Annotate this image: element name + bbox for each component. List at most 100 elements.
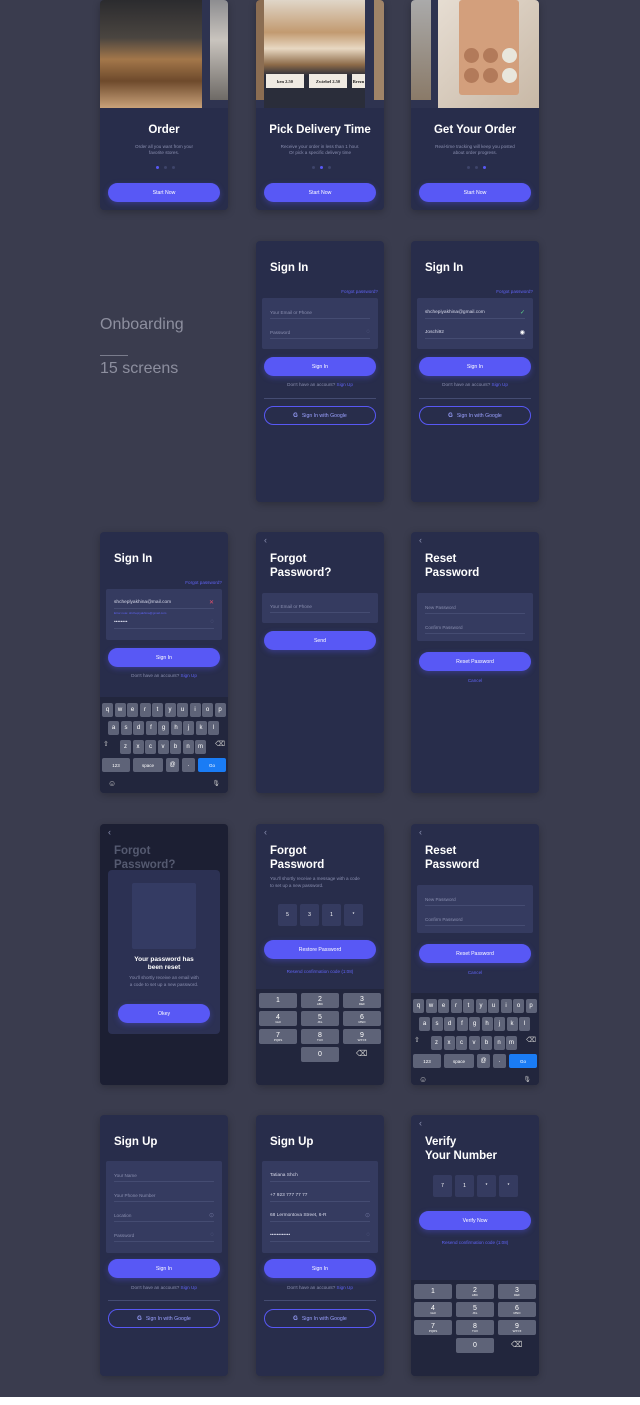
- key-dot[interactable]: .: [493, 1054, 506, 1068]
- input-field[interactable]: shchepiyakhina@gmail.com: [425, 310, 485, 315]
- key-w[interactable]: w: [425, 999, 437, 1013]
- input-field[interactable]: New Password: [425, 605, 456, 610]
- key-h[interactable]: h: [481, 1017, 493, 1031]
- cancel-link[interactable]: Cancel: [411, 970, 539, 975]
- back-chevron-icon[interactable]: ‹: [264, 827, 267, 837]
- key-at[interactable]: @: [477, 1054, 490, 1068]
- numpad-key-7[interactable]: 7 PQRS: [414, 1320, 452, 1335]
- input-field[interactable]: Your Phone Number: [114, 1193, 155, 1198]
- send-button[interactable]: Send: [264, 631, 376, 650]
- key-j[interactable]: j: [494, 1017, 505, 1031]
- page-dot[interactable]: [312, 166, 315, 169]
- verify-now-button[interactable]: Verify Now: [419, 1211, 531, 1230]
- key-z[interactable]: z: [431, 1036, 442, 1050]
- key-u[interactable]: u: [488, 999, 499, 1013]
- numpad-key-3[interactable]: 3 DEF: [343, 993, 381, 1008]
- code-digit-box[interactable]: *: [499, 1175, 518, 1197]
- key-e[interactable]: e: [438, 999, 449, 1013]
- numpad-key-5[interactable]: 5 JKL: [456, 1302, 494, 1317]
- key-s[interactable]: s: [120, 721, 132, 735]
- numpad-key-4[interactable]: 4 GHI: [414, 1302, 452, 1317]
- sign-in-button[interactable]: Sign In: [264, 1259, 376, 1278]
- sign-in-button[interactable]: Sign In: [108, 1259, 220, 1278]
- numpad-key-9[interactable]: 9 WXYZ: [343, 1029, 381, 1044]
- key-i[interactable]: i: [189, 703, 201, 717]
- key-c[interactable]: c: [145, 740, 156, 754]
- key-r[interactable]: r: [450, 999, 462, 1013]
- key-k[interactable]: k: [506, 1017, 518, 1031]
- forgot-password-link[interactable]: Forgot password?: [341, 289, 378, 294]
- key-b[interactable]: b: [481, 1036, 492, 1050]
- restore-password-button[interactable]: Restore Password: [264, 940, 376, 959]
- key-123[interactable]: 123: [413, 1054, 441, 1068]
- start-now-button[interactable]: Start Now: [108, 183, 220, 202]
- key-u[interactable]: u: [177, 703, 188, 717]
- key-f[interactable]: f: [456, 1017, 468, 1031]
- page-dot[interactable]: [156, 166, 159, 169]
- signup-link[interactable]: Sign Up: [181, 1285, 197, 1290]
- key-k[interactable]: k: [195, 721, 207, 735]
- page-dot[interactable]: [328, 166, 331, 169]
- key-p[interactable]: p: [214, 703, 226, 717]
- page-dot[interactable]: [164, 166, 167, 169]
- key-n[interactable]: n: [182, 740, 194, 754]
- key-a[interactable]: a: [108, 721, 119, 735]
- code-digit-box[interactable]: *: [344, 904, 363, 926]
- key-go[interactable]: Go: [509, 1054, 537, 1068]
- code-digit-box[interactable]: 5: [278, 904, 297, 926]
- forgot-password-link[interactable]: Forgot password?: [496, 289, 533, 294]
- input-field[interactable]: ••••••••••••: [270, 1233, 290, 1238]
- resend-code-link[interactable]: Resend confirmation code (1:08): [411, 1240, 539, 1245]
- input-field[interactable]: Joschi92: [425, 330, 444, 335]
- key-p[interactable]: p: [525, 999, 537, 1013]
- key-q[interactable]: q: [102, 703, 113, 717]
- key-l[interactable]: l: [519, 1017, 530, 1031]
- numpad-key-2[interactable]: 2 ABC: [301, 993, 339, 1008]
- input-field[interactable]: Confirm Password: [425, 625, 463, 630]
- numpad-key-0[interactable]: 0: [301, 1047, 339, 1062]
- numpad-key-6[interactable]: 6 MNO: [343, 1011, 381, 1026]
- input-field[interactable]: Your Email or Phone: [270, 310, 312, 315]
- resend-code-link[interactable]: Resend confirmation code (1:08): [256, 969, 384, 974]
- input-field[interactable]: Confirm Password: [425, 917, 463, 922]
- key-123[interactable]: 123: [102, 758, 130, 772]
- sign-in-button[interactable]: Sign In: [419, 357, 531, 376]
- numpad-key-6[interactable]: 6 MNO: [498, 1302, 536, 1317]
- page-dot[interactable]: [467, 166, 470, 169]
- page-dot[interactable]: [320, 166, 323, 169]
- key-j[interactable]: j: [183, 721, 194, 735]
- input-field[interactable]: ••••••••: [114, 620, 127, 625]
- google-signin-button[interactable]: G Sign In with Google: [264, 406, 376, 425]
- input-field[interactable]: 68 Lermontova Street, 6-R: [270, 1213, 327, 1218]
- input-field[interactable]: Your Email or Phone: [270, 604, 312, 609]
- page-dot[interactable]: [172, 166, 175, 169]
- back-chevron-icon[interactable]: ‹: [419, 827, 422, 837]
- key-o[interactable]: o: [202, 703, 213, 717]
- code-digit-box[interactable]: 1: [455, 1175, 474, 1197]
- key-v[interactable]: v: [157, 740, 169, 754]
- numpad-key-8[interactable]: 8 TUV: [301, 1029, 339, 1044]
- key-m[interactable]: m: [506, 1036, 517, 1050]
- reset-password-button[interactable]: Reset Password: [419, 652, 531, 671]
- signup-link[interactable]: Sign Up: [492, 382, 508, 387]
- input-field[interactable]: Tatiana Shch: [270, 1173, 298, 1178]
- code-digit-box[interactable]: 7: [433, 1175, 452, 1197]
- input-field[interactable]: Password: [270, 330, 290, 335]
- key-space[interactable]: space: [444, 1054, 474, 1068]
- numpad-key-0[interactable]: 0: [456, 1338, 494, 1353]
- key-l[interactable]: l: [208, 721, 219, 735]
- code-digit-box[interactable]: 1: [322, 904, 341, 926]
- key-z[interactable]: z: [120, 740, 131, 754]
- back-chevron-icon[interactable]: ‹: [264, 535, 267, 545]
- key-i[interactable]: i: [500, 999, 512, 1013]
- google-signin-button[interactable]: G Sign In with Google: [419, 406, 531, 425]
- key-d[interactable]: d: [133, 721, 144, 735]
- numpad-key-1[interactable]: 1: [414, 1284, 452, 1299]
- key-h[interactable]: h: [170, 721, 182, 735]
- key-g[interactable]: g: [158, 721, 169, 735]
- input-field[interactable]: Password: [114, 1233, 134, 1238]
- sign-in-button[interactable]: Sign In: [108, 648, 220, 667]
- page-dot[interactable]: [483, 166, 486, 169]
- reset-password-button[interactable]: Reset Password: [419, 944, 531, 963]
- input-field[interactable]: Your Name: [114, 1173, 137, 1178]
